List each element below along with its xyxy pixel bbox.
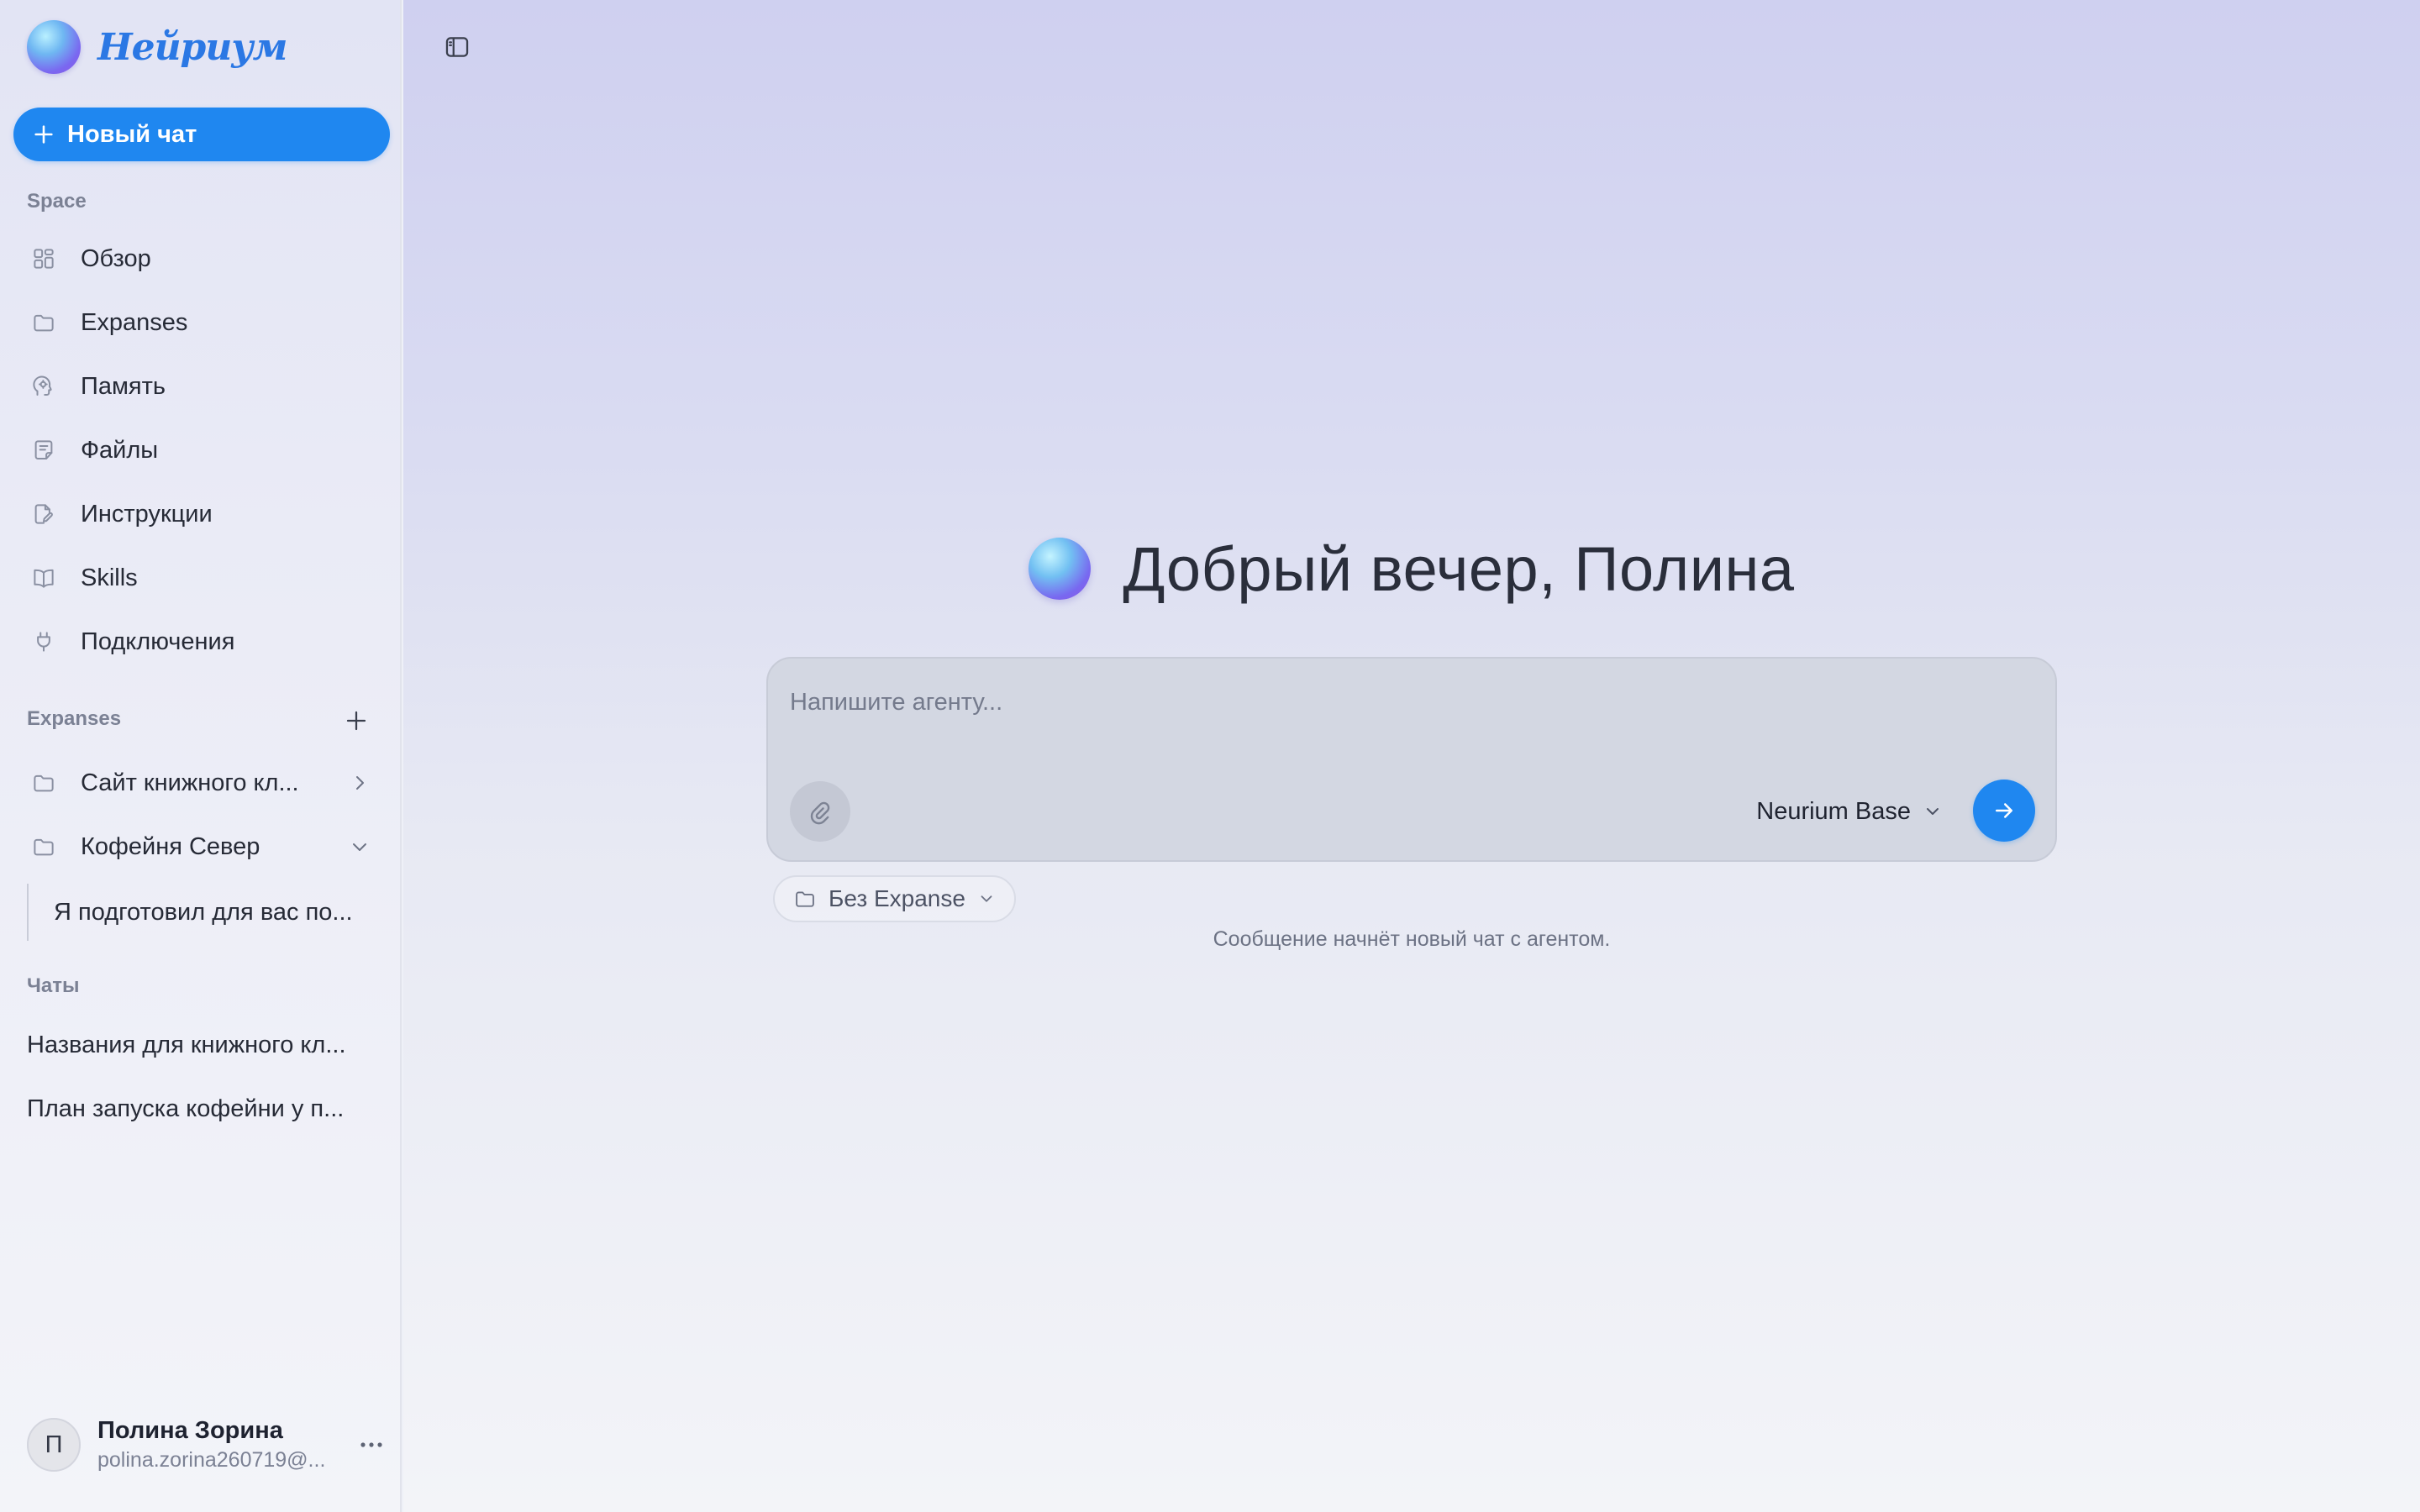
file-icon [30, 437, 57, 464]
section-label-chats: Чаты [27, 974, 80, 997]
sidebar-item-memory[interactable]: Память [13, 360, 390, 413]
chat-item[interactable]: Названия для книжного кл... [13, 1018, 390, 1072]
add-expanse-button[interactable] [339, 704, 373, 738]
sidebar-item-label: Обзор [81, 244, 151, 272]
arrow-right-icon [1996, 803, 2012, 818]
chat-item[interactable]: План запуска кофейни у п... [13, 1082, 390, 1136]
sidebar-item-instructions[interactable]: Инструкции [13, 487, 390, 541]
expanse-item-coffee-shop[interactable]: Кофейня Север [13, 820, 390, 874]
user-name: Полина Зорина [97, 1417, 283, 1444]
new-chat-label: Новый чат [67, 120, 197, 148]
sidebar-item-label: Инструкции [81, 500, 213, 528]
plug-icon [30, 628, 57, 655]
folder-icon [796, 891, 814, 907]
sidebar-item-skills[interactable]: Skills [13, 551, 390, 605]
avatar: П [27, 1418, 81, 1472]
sidebar-item-label: Подключения [81, 627, 235, 655]
sidebar-item-files[interactable]: Файлы [13, 423, 390, 477]
grid-icon [30, 245, 57, 272]
section-label-expanses: Expanses [27, 707, 122, 730]
folder-icon [30, 769, 57, 796]
sidebar-item-connections[interactable]: Подключения [13, 615, 390, 669]
thread-label: Я подготовил для вас по... [54, 898, 353, 926]
book-icon [30, 564, 57, 591]
new-chat-button[interactable]: Новый чат [13, 108, 390, 161]
folder-icon [30, 309, 57, 336]
sidebar-toggle-icon[interactable] [440, 30, 474, 64]
paperclip-icon [810, 801, 830, 825]
attach-button[interactable] [790, 781, 850, 842]
plus-icon [346, 711, 366, 731]
expanse-thread-item[interactable]: Я подготовил для вас по... [27, 884, 390, 941]
expanse-selector[interactable]: Без Expanse [773, 875, 1016, 922]
sidebar-item-label: Файлы [81, 436, 159, 464]
expanse-item-label: Кофейня Север [81, 832, 260, 860]
chevron-down-icon [981, 895, 992, 902]
brand-name: Нейриум [97, 25, 287, 69]
message-input[interactable] [790, 677, 2033, 727]
section-label-space: Space [27, 190, 87, 213]
head-memory-icon [30, 373, 57, 400]
chat-item-label: План запуска кофейни у п... [27, 1095, 345, 1122]
chevron-right-icon[interactable] [350, 773, 370, 793]
agent-orb-icon [1028, 538, 1092, 600]
greeting: Добрый вечер, Полина [403, 531, 2420, 606]
expanse-selector-label: Без Expanse [829, 885, 965, 911]
chevron-down-icon[interactable] [350, 837, 370, 857]
sidebar-item-label: Expanses [81, 308, 188, 336]
main-area: Добрый вечер, Полина Neurium Base Без Ex… [403, 0, 2420, 1512]
sidebar: Нейриум Новый чат Space Обзор Expanses П… [0, 0, 402, 1512]
model-select[interactable]: Neurium Base [1756, 793, 1943, 830]
more-options-icon[interactable] [355, 1431, 388, 1458]
send-button[interactable] [1973, 780, 2035, 842]
composer-hint: Сообщение начнёт новый чат с агентом. [1213, 927, 1611, 951]
greeting-text: Добрый вечер, Полина [1123, 533, 1795, 604]
expanse-item-book-club-site[interactable]: Сайт книжного кл... [13, 756, 390, 810]
chevron-down-icon [1927, 808, 1939, 815]
sidebar-item-label: Skills [81, 564, 138, 591]
sidebar-item-expanses[interactable]: Expanses [13, 296, 390, 349]
expanse-item-label: Сайт книжного кл... [81, 769, 299, 796]
user-info: Полина Зорина polina.zorina260719@... [97, 1417, 341, 1473]
sidebar-item-overview[interactable]: Обзор [13, 232, 390, 286]
sidebar-item-label: Память [81, 372, 166, 400]
edit-document-icon [30, 501, 57, 528]
message-composer: Neurium Base [766, 657, 2057, 862]
logo-orb-icon [27, 20, 81, 74]
chat-item-label: Названия для книжного кл... [27, 1031, 346, 1058]
user-email: polina.zorina260719@... [97, 1448, 326, 1472]
app-logo[interactable]: Нейриум [27, 20, 287, 74]
user-panel[interactable]: П Полина Зорина polina.zorina260719@... [27, 1416, 388, 1473]
model-select-label: Neurium Base [1756, 797, 1911, 825]
folder-icon [30, 833, 57, 860]
plus-icon [34, 125, 53, 144]
